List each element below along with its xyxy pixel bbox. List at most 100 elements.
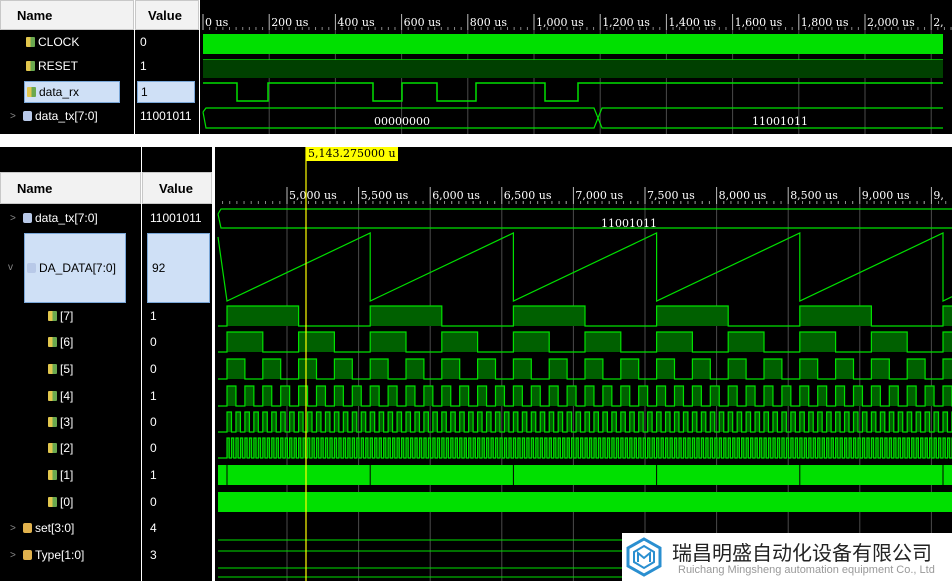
bottom-signal-row-bit[interactable]: [5] — [48, 359, 73, 379]
bottom-signal-value-bit[interactable]: 1 — [150, 306, 157, 326]
top-waveform-view[interactable]: 0 us 200 us 400 us 600 us 800 us 1,000 us 1,20… — [200, 0, 952, 134]
bottom-signal-chevron-da-data[interactable]: v — [8, 257, 21, 277]
wave-reset-fill — [203, 60, 943, 78]
top-name-header[interactable]: Name — [0, 0, 134, 30]
bit-wave-fill — [406, 386, 415, 406]
bit-wave-fill — [513, 386, 523, 406]
bit-wave-fill — [522, 412, 527, 432]
top-signal-value-data-rx[interactable]: 1 — [137, 81, 195, 103]
expand-chevron-icon[interactable]: > — [10, 523, 18, 534]
bit-wave-fill — [298, 332, 335, 352]
bit-wave-fill — [549, 359, 568, 379]
bit-wave-fill — [764, 386, 773, 406]
signal-name: [6] — [60, 335, 74, 349]
bit-wave-fill — [656, 412, 662, 432]
bus-value-label: 00000000 — [374, 115, 430, 128]
top-signal-value-reset[interactable]: 1 — [140, 56, 147, 76]
bottom-signal-row-type[interactable]: > Type[1:0] — [10, 545, 84, 565]
bottom-waveform-view[interactable]: 5,000 us 5,500 us 6,000 us 6,500 us 7,000 us… — [215, 147, 952, 581]
bit-wave-fill — [406, 412, 411, 432]
bit-wave-fill — [513, 359, 532, 379]
bit-wave-fill — [289, 412, 295, 432]
signal-name: [5] — [60, 362, 74, 376]
bit-wave-line — [218, 437, 952, 459]
bit-wave-fill — [244, 386, 254, 406]
bit-wave-fill — [423, 412, 429, 432]
bit-wave-fill — [907, 386, 917, 406]
bottom-signal-row-bit[interactable]: [4] — [48, 386, 73, 406]
signal-icon — [26, 37, 35, 47]
bottom-signal-value-bit[interactable]: 0 — [150, 412, 157, 432]
bit-wave-fill — [808, 412, 814, 432]
bit-wave-fill — [638, 412, 644, 432]
bottom-signal-row-data-tx[interactable]: > data_tx[7:0] — [10, 208, 98, 228]
collapse-chevron-icon[interactable]: v — [8, 262, 16, 273]
bottom-signal-row-bit[interactable]: [3] — [48, 412, 73, 432]
bottom-signal-row-da-data[interactable]: DA_DATA[7:0] — [24, 233, 126, 303]
ruler-tick-label: 6,500 us — [504, 189, 552, 202]
bit-wave-fill — [298, 412, 304, 432]
bit-wave-fill — [316, 412, 321, 432]
bottom-signal-value-data-tx[interactable]: 11001011 — [150, 208, 202, 228]
bit-wave-fill — [477, 359, 496, 379]
top-value-header[interactable]: Value — [135, 0, 199, 30]
bottom-signal-value-bit[interactable]: 1 — [150, 465, 157, 485]
bit-wave-fill — [450, 412, 456, 432]
ruler-tick-label: 8,000 us — [719, 189, 767, 202]
bit-wave-fill — [835, 359, 854, 379]
top-signal-row-reset[interactable]: RESET — [26, 56, 78, 76]
bottom-signal-value-type[interactable]: 3 — [150, 545, 157, 565]
expand-chevron-icon[interactable]: > — [10, 213, 18, 224]
bit-wave-fill — [325, 412, 330, 432]
expand-chevron-icon[interactable]: > — [10, 550, 18, 561]
top-signal-value-clock[interactable]: 0 — [140, 32, 147, 52]
company-name-cn: 瑞昌明盛自动化设备有限公司 — [672, 541, 932, 565]
bit-wave-fill — [531, 386, 541, 406]
ruler-tick-label: 5,500 us — [361, 189, 409, 202]
bottom-signal-value-da-data[interactable]: 92 — [147, 233, 210, 303]
bottom-signal-row-bit[interactable]: [7] — [48, 306, 73, 326]
bit-wave-fill — [746, 412, 751, 432]
bit-wave-fill — [477, 412, 483, 432]
bit-wave-fill — [844, 412, 850, 432]
bottom-signal-row-bit[interactable]: [0] — [48, 492, 73, 512]
bit-wave-fill — [370, 332, 406, 352]
bottom-signal-row-bit[interactable]: [6] — [48, 332, 73, 352]
bottom-signal-value-set[interactable]: 4 — [150, 518, 157, 538]
bit-wave-fill — [531, 412, 536, 432]
ruler-tick-label: 1,600 us — [735, 16, 783, 29]
bit-wave-fill — [719, 412, 724, 432]
top-signal-row-clock[interactable]: CLOCK — [26, 32, 79, 52]
bit-wave-fill — [334, 412, 339, 432]
bit-wave-fill — [799, 386, 809, 406]
signal-name: [0] — [60, 495, 74, 509]
top-signal-row-data-rx[interactable]: data_rx — [24, 81, 120, 103]
bit-wave-fill — [227, 306, 299, 326]
bottom-name-header[interactable]: Name — [0, 172, 141, 204]
signal-value: 1 — [140, 59, 147, 73]
expand-chevron-icon[interactable]: > — [10, 111, 18, 122]
top-signal-row-data-tx[interactable]: > data_tx[7:0] — [10, 106, 98, 126]
top-signal-value-data-tx[interactable]: 11001011 — [140, 106, 192, 126]
bottom-signal-row-bit[interactable]: [1] — [48, 465, 73, 485]
bottom-signal-value-bit[interactable]: 0 — [150, 438, 157, 458]
bit-wave-fill — [352, 386, 362, 406]
bit-wave-fill — [361, 412, 366, 432]
bit-wave-fill — [540, 412, 545, 432]
bottom-signal-row-set[interactable]: > set[3:0] — [10, 518, 74, 538]
bottom-signal-value-bit[interactable]: 1 — [150, 386, 157, 406]
bit-wave-fill — [898, 412, 903, 432]
bit-wave-band — [218, 492, 952, 512]
bottom-signal-row-bit[interactable]: [2] — [48, 438, 73, 458]
bottom-signal-value-bit[interactable]: 0 — [150, 359, 157, 379]
bit-wave-fill — [674, 386, 684, 406]
ruler-tick-label: 600 us — [404, 16, 442, 29]
bottom-value-header[interactable]: Value — [142, 172, 212, 204]
bit-wave-fill — [298, 359, 317, 379]
bottom-signal-value-bit[interactable]: 0 — [150, 332, 157, 352]
bit-wave-fill — [477, 386, 487, 406]
signal-value: 0 — [150, 495, 157, 509]
bottom-time-ruler: 5,000 us 5,500 us 6,000 us 6,500 us 7,000 us… — [222, 187, 947, 204]
bottom-signal-value-bit[interactable]: 0 — [150, 492, 157, 512]
bit-wave-fill — [602, 386, 612, 406]
